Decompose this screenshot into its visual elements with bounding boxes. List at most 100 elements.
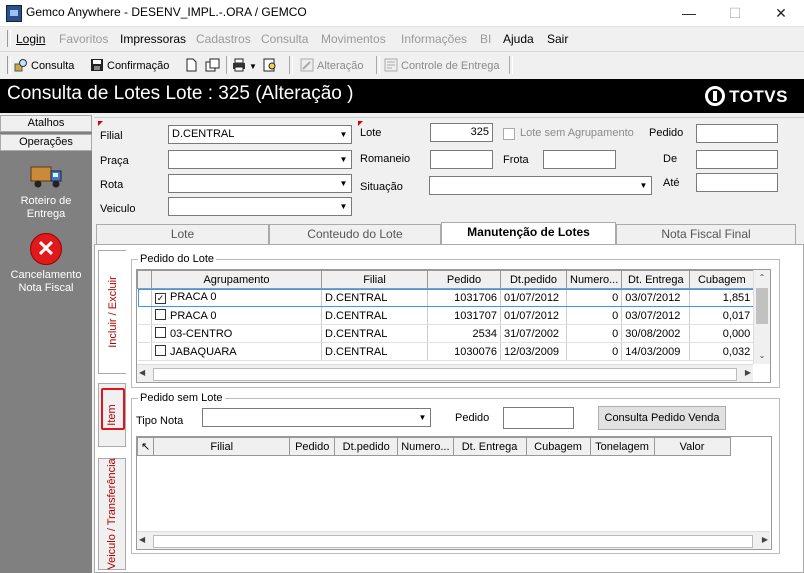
pedido-sem-lote-input[interactable] [503, 407, 574, 429]
maximize-button[interactable]: ☐ [712, 0, 758, 26]
menu-login[interactable]: Login [16, 32, 45, 46]
new-document-button[interactable] [184, 56, 201, 76]
menu-consulta[interactable]: Consulta [261, 32, 308, 46]
cell-dt-entrega: 03/07/2012 [621, 288, 691, 307]
pedido-sem-lote-title: Pedido sem Lote [138, 392, 225, 404]
toolbar: Consulta Confirmação ▼ Alteração Control… [0, 51, 804, 78]
required-marker [358, 121, 363, 126]
menu-grip [7, 30, 11, 47]
copy-document-button[interactable] [205, 56, 222, 76]
column-header-pedido[interactable]: Pedido [427, 270, 501, 289]
praca-select[interactable]: ▼ [168, 150, 352, 169]
scroll-right-icon[interactable]: ▶ [745, 368, 751, 377]
tab-conteudo-lote[interactable]: Conteudo do Lote [269, 224, 441, 244]
tab-manutencao-lotes[interactable]: Manutenção de Lotes [441, 222, 616, 244]
frota-input[interactable] [543, 150, 616, 169]
row-checkbox[interactable] [155, 345, 166, 356]
menu-bar: Login Favoritos Impressoras Cadastros Co… [0, 28, 804, 49]
menu-movimentos[interactable]: Movimentos [321, 32, 386, 46]
scroll-down-icon[interactable]: ⌄ [754, 348, 770, 364]
confirmacao-button[interactable]: Confirmação [90, 56, 169, 76]
sidebar-item-roteiro-entrega[interactable]: Roteiro de Entrega [0, 161, 92, 221]
sidebar-tab-operacoes[interactable]: Operações [0, 134, 92, 151]
column-header-agrupamento[interactable]: Agrupamento [151, 270, 322, 289]
veiculo-select[interactable]: ▼ [168, 197, 352, 216]
scroll-right-icon[interactable]: ▶ [762, 535, 768, 544]
table-header-row: ↖ Filial Pedido Dt.pedido Numero... Dt. … [137, 437, 731, 456]
table-row[interactable]: PRACA 0 D.CENTRAL 1031707 01/07/2012 0 0… [137, 306, 755, 325]
tab-nota-fiscal-final[interactable]: Nota Fiscal Final [616, 224, 796, 244]
print-button[interactable]: ▼ [232, 56, 257, 76]
row-checkbox[interactable]: ✓ [155, 293, 166, 304]
controle-entrega-button[interactable]: Controle de Entrega [384, 56, 499, 76]
row-checkbox[interactable] [155, 327, 166, 338]
pedido-lote-grid[interactable]: Agrupamento Filial Pedido Dt.pedido Nume… [136, 269, 771, 383]
cell-filial: D.CENTRAL [321, 288, 428, 307]
scroll-track[interactable] [153, 535, 753, 548]
lote-input[interactable]: 325 [430, 123, 493, 142]
column-header-select [137, 270, 152, 289]
pedido-lote-vscrollbar[interactable]: ⌃ ⌄ [753, 270, 770, 364]
column-header-cubagem[interactable]: Cubagem [689, 270, 755, 289]
column-header-numero[interactable]: Numero... [565, 270, 623, 289]
column-header-tonelagem[interactable]: Tonelagem [589, 437, 655, 456]
column-header-dt-pedido[interactable]: Dt.pedido [500, 270, 567, 289]
vtab-veiculo-transferencia[interactable]: Veiculo / Transferência [98, 458, 126, 570]
pedido-sem-lote-hscrollbar[interactable]: ◀ ▶ [137, 531, 770, 549]
pedido-filter-input[interactable] [696, 124, 778, 143]
lote-label: Lote [360, 127, 382, 139]
column-header-dt-entrega[interactable]: Dt. Entrega [621, 270, 691, 289]
romaneio-input[interactable] [430, 150, 493, 169]
data-ate-input[interactable] [696, 173, 778, 192]
data-de-input[interactable] [696, 150, 778, 169]
pedido-lote-hscrollbar[interactable]: ◀ ▶ [137, 364, 753, 382]
menu-sair[interactable]: Sair [547, 32, 568, 46]
filial-select[interactable]: D.CENTRAL ▼ [168, 125, 352, 144]
column-header-filial[interactable]: Filial [321, 270, 428, 289]
scroll-up-icon[interactable]: ⌃ [754, 270, 770, 286]
table-row[interactable]: 03-CENTRO D.CENTRAL 2534 31/07/2002 0 30… [137, 324, 755, 343]
scroll-left-icon[interactable]: ◀ [139, 368, 145, 377]
close-button[interactable]: ✕ [758, 0, 804, 26]
consulta-button[interactable]: Consulta [14, 56, 74, 76]
vtab-item[interactable]: Item [98, 383, 126, 447]
screen-header: Consulta de Lotes Lote : 325 (Alteração … [0, 79, 804, 113]
cell-dt-entrega: 14/03/2009 [621, 342, 691, 361]
menu-favoritos[interactable]: Favoritos [59, 32, 108, 46]
scroll-thumb[interactable] [756, 288, 768, 324]
row-checkbox[interactable] [155, 309, 166, 320]
menu-informacoes[interactable]: Informações [401, 32, 467, 46]
alteracao-button[interactable]: Alteração [300, 56, 363, 76]
sidebar-item-cancelamento-nf[interactable]: ✕ Cancelamento Nota Fiscal [0, 233, 92, 295]
scroll-track[interactable] [153, 368, 737, 381]
row-indicator [137, 324, 152, 343]
sidebar: Atalhos Operações Roteiro de Entrega ✕ C… [0, 115, 92, 573]
lote-sem-agrupamento-checkbox[interactable] [503, 128, 515, 140]
column-header-pedido[interactable]: Pedido [289, 437, 336, 456]
column-header-cubagem[interactable]: Cubagem [525, 437, 591, 456]
tab-lote[interactable]: Lote [96, 224, 269, 244]
column-header-numero[interactable]: Numero... [397, 437, 454, 456]
tipo-nota-select[interactable]: ▼ [202, 408, 431, 427]
column-header-dt-pedido[interactable]: Dt.pedido [334, 437, 399, 456]
sidebar-tab-atalhos[interactable]: Atalhos [0, 115, 92, 132]
menu-impressoras[interactable]: Impressoras [120, 32, 186, 46]
chevron-down-icon: ▼ [636, 177, 651, 194]
menu-bi[interactable]: BI [480, 32, 491, 46]
cell-filial: D.CENTRAL [321, 306, 428, 325]
scroll-left-icon[interactable]: ◀ [139, 535, 145, 544]
vtab-incluir-excluir[interactable]: Incluir / Excluir [98, 250, 126, 374]
menu-ajuda[interactable]: Ajuda [503, 32, 534, 46]
rota-select[interactable]: ▼ [168, 174, 352, 193]
table-row[interactable]: ✓ PRACA 0 D.CENTRAL 1031706 01/07/2012 0 … [137, 288, 755, 307]
menu-cadastros[interactable]: Cadastros [196, 32, 251, 46]
situacao-select[interactable]: ▼ [429, 176, 652, 195]
table-row[interactable]: JABAQUARA D.CENTRAL 1030076 12/03/2009 0… [137, 342, 755, 361]
column-header-valor[interactable]: Valor [653, 437, 731, 456]
consulta-pedido-venda-button[interactable]: Consulta Pedido Venda [598, 406, 726, 430]
pedido-sem-lote-grid[interactable]: ↖ Filial Pedido Dt.pedido Numero... Dt. … [136, 436, 772, 550]
column-header-filial[interactable]: Filial [153, 437, 291, 456]
column-header-dt-entrega[interactable]: Dt. Entrega [452, 437, 527, 456]
report-button[interactable] [263, 56, 280, 76]
minimize-button[interactable]: — [666, 0, 712, 26]
